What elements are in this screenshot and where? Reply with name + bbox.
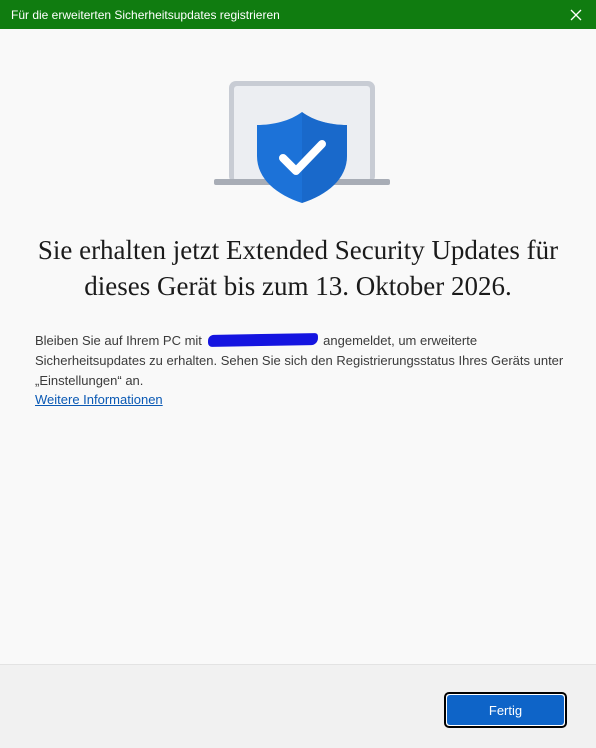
close-icon [570,9,582,20]
laptop-shield-check-icon [214,81,390,203]
description-text: Bleiben Sie auf Ihrem PC mit angemeldet,… [35,331,565,391]
done-button[interactable]: Fertig [444,692,567,728]
description-part-1: Bleiben Sie auf Ihrem PC mit [35,333,202,348]
close-button[interactable] [566,5,586,25]
hero-illustration [210,78,394,208]
more-info-link[interactable]: Weitere Informationen [35,390,163,410]
redacted-account [207,333,318,347]
title-bar: Für die erweiterten Sicherheitsupdates r… [0,0,596,29]
done-button-label: Fertig [447,695,564,725]
window-title: Für die erweiterten Sicherheitsupdates r… [11,7,280,22]
page-title: Sie erhalten jetzt Extended Security Upd… [37,235,559,301]
